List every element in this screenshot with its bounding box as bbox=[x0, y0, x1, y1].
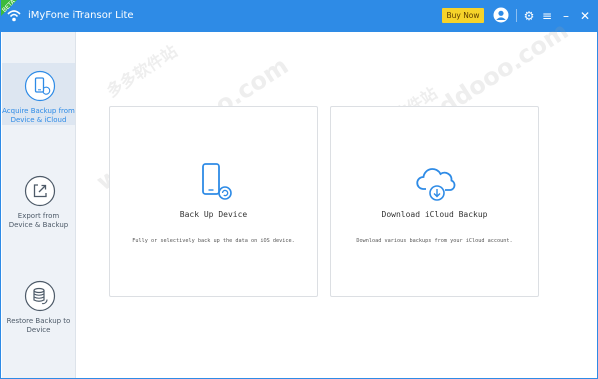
title-bar[interactable]: BETA iMyFone iTransor Lite Buy Now ⚙ ≡ –… bbox=[1, 0, 598, 32]
sidebar: Acquire Backup from Device & iCloud Expo… bbox=[2, 32, 76, 378]
minimize-icon[interactable]: – bbox=[558, 8, 574, 24]
sidebar-item-label: Restore Backup to Device bbox=[6, 317, 71, 334]
watermark-cn: 多多软件站 bbox=[103, 41, 181, 102]
menu-icon[interactable]: ≡ bbox=[539, 8, 555, 24]
buy-now-button[interactable]: Buy Now bbox=[442, 8, 484, 23]
phone-restore-icon bbox=[24, 70, 56, 102]
app-title: iMyFone iTransor Lite bbox=[28, 10, 134, 21]
sidebar-item-restore[interactable]: Restore Backup to Device bbox=[2, 273, 75, 345]
card-title: Download iCloud Backup bbox=[381, 210, 488, 219]
card-title: Back Up Device bbox=[179, 210, 248, 219]
card-description: Fully or selectively back up the data on… bbox=[132, 238, 295, 244]
phone-backup-icon bbox=[202, 163, 232, 200]
gear-icon[interactable]: ⚙ bbox=[521, 8, 537, 24]
sidebar-item-export[interactable]: Export from Device & Backup bbox=[2, 168, 75, 238]
card-description: Download various backups from your iClou… bbox=[356, 238, 513, 244]
app-logo-icon bbox=[7, 10, 21, 22]
sidebar-item-acquire-backup[interactable]: Acquire Backup from Device & iCloud bbox=[2, 63, 75, 125]
download-icloud-card[interactable]: Download iCloud Backup Download various … bbox=[330, 106, 539, 297]
sidebar-item-label: Export from Device & Backup bbox=[8, 212, 69, 229]
database-restore-icon bbox=[24, 280, 56, 312]
titlebar-divider bbox=[516, 9, 517, 22]
avatar-icon[interactable] bbox=[493, 7, 509, 23]
sidebar-item-label: Acquire Backup from Device & iCloud bbox=[2, 107, 75, 124]
backup-device-card[interactable]: Back Up Device Fully or selectively back… bbox=[109, 106, 318, 297]
export-icon bbox=[24, 175, 56, 207]
app-window: BETA iMyFone iTransor Lite Buy Now ⚙ ≡ –… bbox=[0, 0, 598, 379]
cloud-download-icon bbox=[416, 168, 456, 201]
close-icon[interactable]: ✕ bbox=[577, 8, 593, 24]
